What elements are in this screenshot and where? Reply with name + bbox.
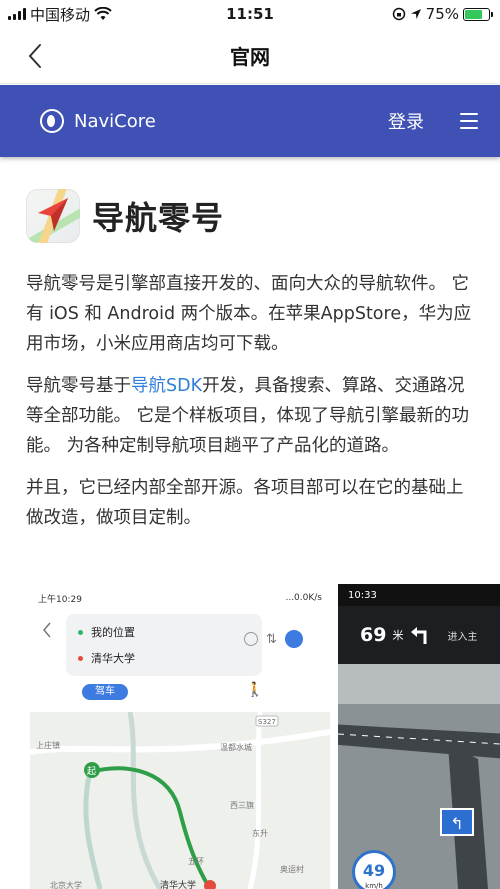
rotation-lock-icon xyxy=(392,7,405,21)
s2-speed-unit: km/h xyxy=(365,882,383,889)
app-title-row: 导航零号 xyxy=(26,189,474,243)
s1-place6: 清华大学 xyxy=(160,879,196,889)
s1-route-panel: 我的位置 清华大学 xyxy=(66,614,262,676)
s2-enter-text: 进入主 xyxy=(447,631,478,643)
status-right: 75% xyxy=(392,5,493,23)
battery-fill xyxy=(465,9,483,19)
route-screenshot: 上午10:29 ...0.0K/s 我的位置 清华大学 ⇅ 驾车 🚶 起 S32… xyxy=(30,584,330,889)
s1-place7: 北京大学 xyxy=(50,880,82,889)
s1-origin: 我的位置 xyxy=(78,624,135,640)
brand-link[interactable]: NaviCore xyxy=(40,109,156,133)
navicore-logo-icon xyxy=(40,109,64,133)
s1-road-label: S327 xyxy=(258,718,276,726)
login-link[interactable]: 登录 xyxy=(388,108,424,134)
s1-map: 起 S327 上庄镇 温都水城 西三旗 东升 五环 清华大学 北京大学 奥运村 xyxy=(30,711,330,889)
status-bar: 中国移动 11:51 75% xyxy=(0,0,500,28)
battery-percent: 75% xyxy=(425,5,459,23)
s2-lane-turn-icon: ↰ xyxy=(440,808,474,836)
signal-icon xyxy=(8,8,26,20)
guidance-screenshot: 10:33 69 米 进入主 ↰ 49 km/h xyxy=(338,584,500,889)
battery-icon xyxy=(463,7,493,21)
s1-actions: ⇅ xyxy=(244,630,303,648)
nav-bar: 官网 xyxy=(0,28,500,84)
chevron-left-icon xyxy=(28,44,41,68)
s2-speed-value: 49 xyxy=(362,861,386,880)
s1-back-icon xyxy=(43,622,51,638)
sdk-paragraph-start: 导航零号基于 xyxy=(26,376,131,396)
s2-guidance-panel: 69 米 进入主 xyxy=(338,606,500,664)
s2-distance: 69 xyxy=(360,624,387,646)
s2-time: 10:33 xyxy=(348,589,377,601)
s1-add-icon xyxy=(244,632,258,646)
s1-origin-text: 我的位置 xyxy=(91,626,135,639)
sdk-link[interactable]: 导航SDK xyxy=(131,376,202,396)
s1-place2: 温都水城 xyxy=(220,742,252,752)
site-header: NaviCore 登录 xyxy=(0,85,500,157)
s1-destination: 清华大学 xyxy=(78,650,135,666)
s1-place5: 五环 xyxy=(188,857,204,866)
back-button[interactable] xyxy=(18,38,52,74)
s2-unit: 米 xyxy=(392,629,404,642)
s2-status-bar: 10:33 xyxy=(338,584,500,606)
sdk-paragraph: 导航零号基于导航SDK开发，具备搜索、算路、交通路况等全部功能。 它是个样板项目… xyxy=(26,371,474,461)
s1-time: 上午10:29 xyxy=(38,594,82,605)
wifi-icon xyxy=(94,7,112,20)
s1-walk-icon: 🚶 xyxy=(246,682,264,698)
nav-title: 官网 xyxy=(230,45,270,69)
navigation-app-icon xyxy=(26,189,80,243)
carrier-name: 中国移动 xyxy=(30,5,91,24)
turn-left-icon xyxy=(411,627,427,644)
s1-status-right: ...0.0K/s xyxy=(285,593,322,603)
s1-more-icon xyxy=(284,630,303,648)
brand-name: NaviCore xyxy=(74,110,156,132)
s1-place8: 奥运村 xyxy=(280,864,304,874)
location-arrow-icon xyxy=(410,9,421,19)
s1-place1: 上庄镇 xyxy=(36,740,60,750)
status-left: 中国移动 xyxy=(8,4,112,25)
intro-paragraph: 导航零号是引擎部直接开发的、面向大众的导航软件。 它有 iOS 和 Androi… xyxy=(26,274,472,354)
s1-destination-text: 清华大学 xyxy=(91,652,135,665)
s1-place3: 西三旗 xyxy=(230,800,254,810)
main-content: 导航零号 导航零号是引擎部直接开发的、面向大众的导航软件。 它有 iOS 和 A… xyxy=(0,157,500,533)
s1-drive-tab: 驾车 xyxy=(82,684,128,700)
app-name: 导航零号 xyxy=(92,199,225,237)
s1-status-bar: 上午10:29 ...0.0K/s xyxy=(30,584,330,612)
app-screenshots: 上午10:29 ...0.0K/s 我的位置 清华大学 ⇅ 驾车 🚶 起 S32… xyxy=(30,584,500,889)
hamburger-icon[interactable] xyxy=(460,113,478,129)
s1-start-marker: 起 xyxy=(87,766,96,777)
s1-map-canvas: 起 S327 上庄镇 温都水城 西三旗 东升 五环 清华大学 北京大学 奥运村 xyxy=(30,711,330,889)
header-actions: 登录 xyxy=(388,108,478,134)
opensource-paragraph: 并且，它已经内部全部开源。各项目部可以在它的基础上做改造，做项目定制。 xyxy=(26,478,464,528)
s1-place4: 东升 xyxy=(252,828,268,838)
s1-swap-icon: ⇅ xyxy=(266,631,277,647)
s2-speed-indicator: 49 km/h xyxy=(352,850,396,889)
